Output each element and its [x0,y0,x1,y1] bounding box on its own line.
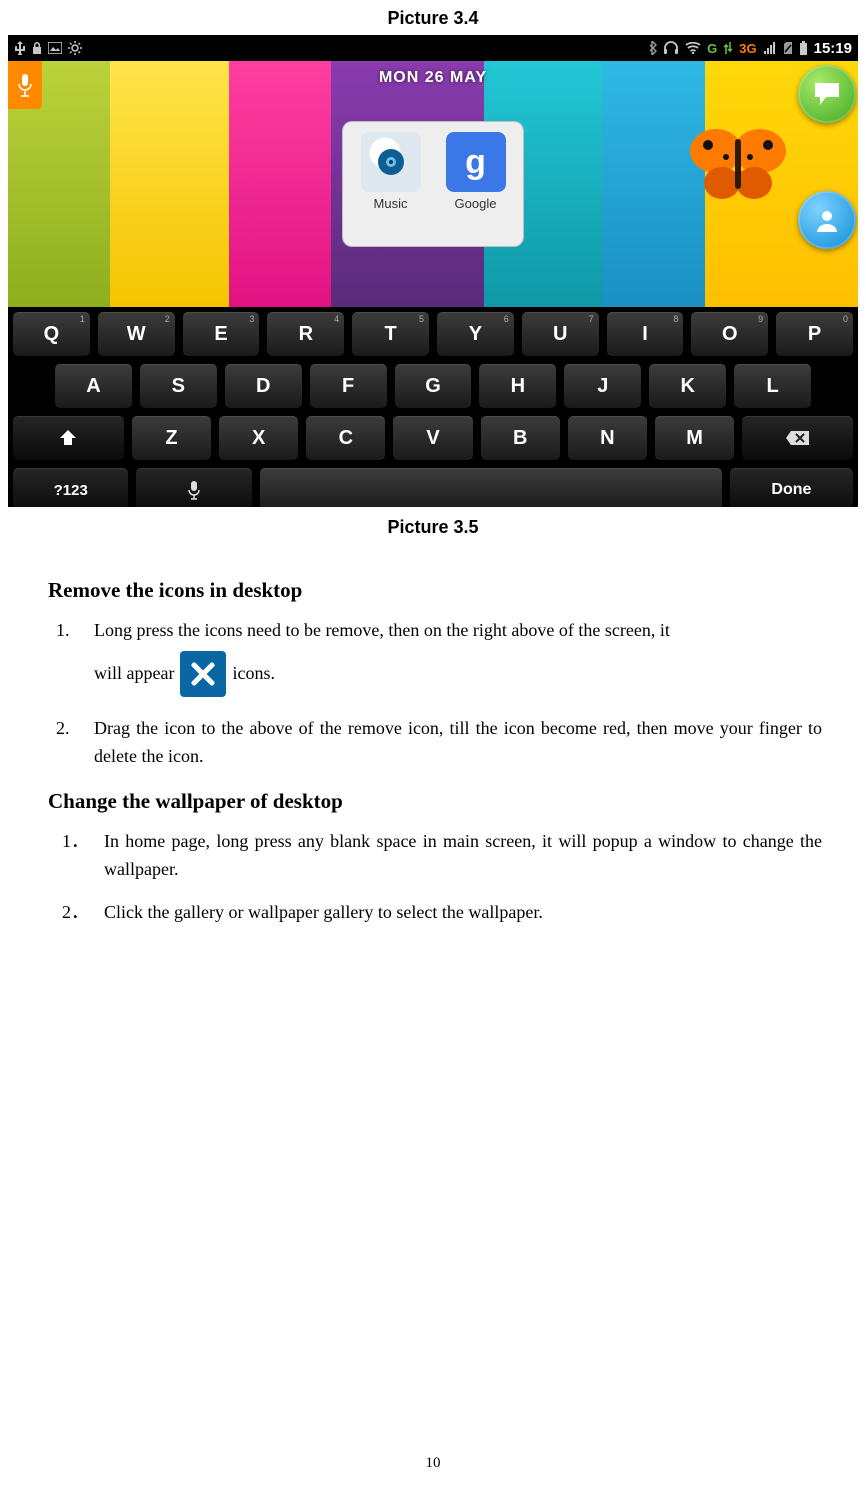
sim-icon [783,42,793,54]
key-l[interactable]: L [733,363,812,409]
list-text: Drag the icon to the above of the remove… [94,718,822,766]
key-x[interactable]: X [218,415,299,461]
list-marker: 1. [56,617,86,645]
home-folder[interactable]: Music g Google [342,121,524,247]
battery-icon [799,41,808,55]
app-music[interactable]: Music [353,132,428,236]
key-w[interactable]: W2 [97,311,176,357]
android-screenshot: G 3G 15:19 MON 26 MAY [8,35,858,507]
keyboard-row-2: A S D F G H J K L [12,363,854,409]
app-google[interactable]: g Google [438,132,513,236]
contacts-shortcut[interactable] [798,191,856,249]
list-item: 1． In home page, long press any blank sp… [104,828,822,884]
remove-x-icon [180,651,226,697]
voice-search-tab[interactable] [8,61,42,109]
key-t[interactable]: T5 [351,311,430,357]
list-text: icons. [232,660,275,688]
key-done[interactable]: Done [729,467,854,507]
list-marker: 2． [62,899,89,927]
key-s[interactable]: S [139,363,218,409]
signal-icon [763,42,777,54]
figure-caption-below: Picture 3.5 [8,517,858,538]
status-bar: G 3G 15:19 [8,35,858,61]
google-icon: g [446,132,506,192]
keyboard-row-3: Z X C V B N M [12,415,854,461]
list-text: In home page, long press any blank space… [104,831,822,879]
list-marker: 2. [56,715,86,743]
key-m[interactable]: M [654,415,735,461]
keyboard-row-4: ?123 Done [12,467,854,507]
key-f[interactable]: F [309,363,388,409]
music-icon [361,132,421,192]
settings-icon [68,41,82,55]
key-o[interactable]: O9 [690,311,769,357]
picture-icon [48,42,62,54]
key-backspace[interactable] [741,415,854,461]
speech-icon [812,81,842,107]
clock: 15:19 [814,40,852,57]
key-e[interactable]: E3 [182,311,261,357]
key-g[interactable]: G [394,363,473,409]
key-r[interactable]: R4 [266,311,345,357]
list-text: will appear [94,660,174,688]
list-marker: 1． [62,828,89,856]
list-item: 1. Long press the icons need to be remov… [94,617,822,697]
key-k[interactable]: K [648,363,727,409]
key-z[interactable]: Z [131,415,212,461]
key-c[interactable]: C [305,415,386,461]
app-label: Music [374,196,408,211]
key-b[interactable]: B [480,415,561,461]
messaging-shortcut[interactable] [798,65,856,123]
figure-caption-top: Picture 3.4 [8,8,858,29]
backspace-icon [785,430,811,446]
wifi-icon [685,42,701,54]
key-v[interactable]: V [392,415,473,461]
home-date: MON 26 MAY [379,69,487,87]
bluetooth-icon [647,41,657,55]
key-voice[interactable] [135,467,252,507]
mobile-3g-label: 3G [739,41,756,56]
key-y[interactable]: Y6 [436,311,515,357]
section-heading-wallpaper: Change the wallpaper of desktop [48,789,822,814]
g-network-label: G [707,41,717,56]
key-shift[interactable] [12,415,125,461]
home-wallpaper[interactable]: MON 26 MAY Music g Google [8,61,858,307]
key-symbols[interactable]: ?123 [12,467,129,507]
list-text: Long press the icons need to be remove, … [94,617,822,645]
key-p[interactable]: P0 [775,311,854,357]
lock-icon [32,42,42,54]
person-icon [813,206,841,234]
list-item: 2． Click the gallery or wallpaper galler… [104,899,822,927]
shift-icon [58,429,78,447]
key-space[interactable] [259,467,723,507]
butterfly-decoration [678,121,798,211]
headphones-icon [663,41,679,55]
section-heading-remove: Remove the icons in desktop [48,578,822,603]
mic-icon [187,480,201,500]
mic-icon [16,72,34,98]
usb-icon [14,41,26,55]
list-item: 2. Drag the icon to the above of the rem… [94,715,822,771]
key-u[interactable]: U7 [521,311,600,357]
key-h[interactable]: H [478,363,557,409]
key-a[interactable]: A [54,363,133,409]
key-i[interactable]: I8 [606,311,685,357]
list-text: Click the gallery or wallpaper gallery t… [104,902,543,922]
page-number: 10 [0,1455,866,1472]
keyboard-row-1: Q1 W2 E3 R4 T5 Y6 U7 I8 O9 P0 [12,311,854,357]
key-d[interactable]: D [224,363,303,409]
soft-keyboard: Q1 W2 E3 R4 T5 Y6 U7 I8 O9 P0 A S D F G … [8,307,858,507]
key-n[interactable]: N [567,415,648,461]
data-arrows-icon [723,42,733,54]
key-q[interactable]: Q1 [12,311,91,357]
key-j[interactable]: J [563,363,642,409]
app-label: Google [455,196,497,211]
